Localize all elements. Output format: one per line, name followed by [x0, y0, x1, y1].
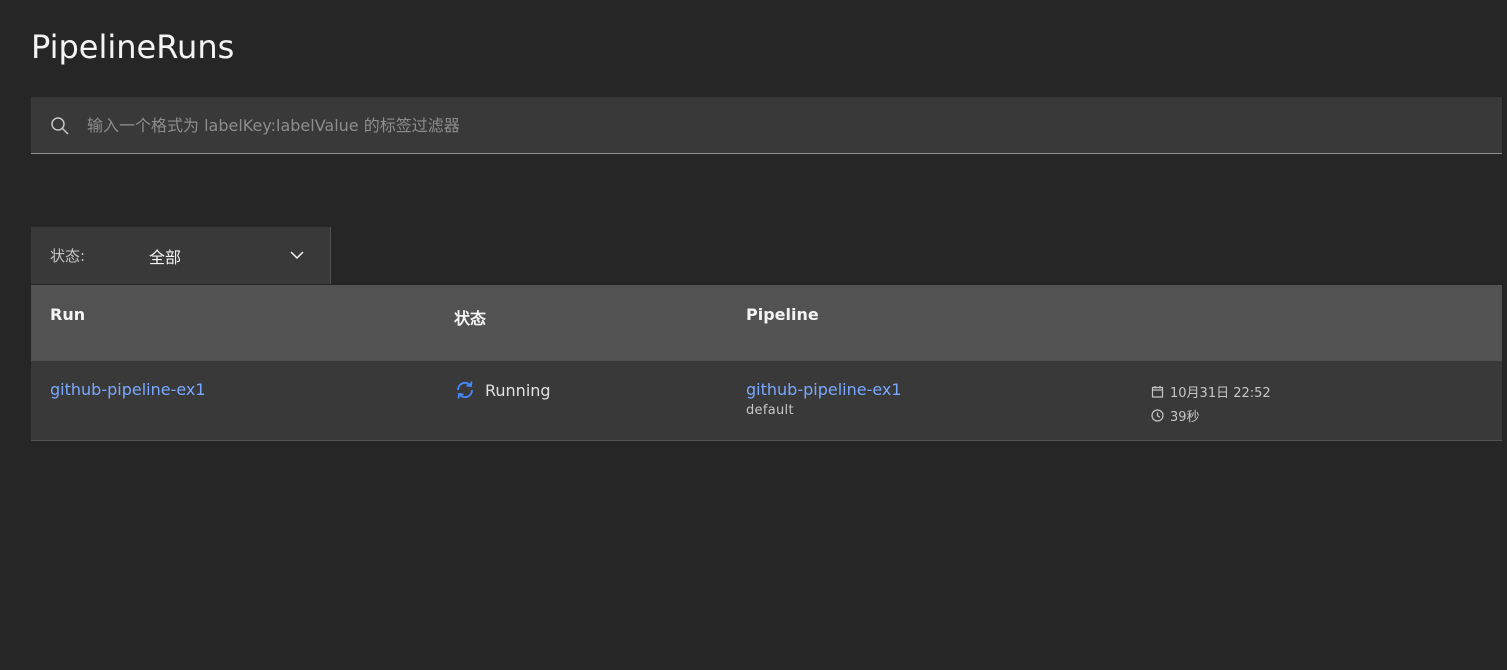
pipeline-link[interactable]: github-pipeline-ex1	[746, 380, 902, 399]
run-timing: 10月31日 22:52 39秒	[1151, 382, 1271, 425]
status-filter-dropdown[interactable]: 状态: 全部	[31, 227, 331, 284]
clock-icon	[1151, 408, 1164, 422]
pipelineruns-page: PipelineRuns 状态: 全部 Run 状态 Pipeline gith…	[0, 0, 1507, 670]
status-text: Running	[485, 380, 551, 400]
column-header-run[interactable]: Run	[50, 305, 85, 324]
page-title: PipelineRuns	[31, 28, 235, 66]
table-header: Run 状态 Pipeline	[31, 285, 1502, 361]
label-filter-search[interactable]	[31, 97, 1502, 154]
status-filter-label: 状态:	[50, 247, 86, 265]
start-time-text: 10月31日 22:52	[1170, 385, 1271, 401]
run-link[interactable]: github-pipeline-ex1	[50, 380, 206, 399]
start-time: 10月31日 22:52	[1151, 382, 1271, 401]
run-status: Running	[454, 379, 551, 401]
duration: 39秒	[1151, 406, 1271, 425]
search-icon	[51, 117, 69, 135]
chevron-down-icon[interactable]	[289, 247, 305, 263]
pipelineruns-table: Run 状态 Pipeline github-pipeline-ex1 Runn…	[31, 285, 1502, 441]
namespace-text: default	[746, 403, 794, 418]
column-header-pipeline[interactable]: Pipeline	[746, 305, 819, 324]
refresh-running-icon	[457, 381, 473, 399]
pipeline-cell: github-pipeline-ex1 default	[746, 380, 902, 418]
status-filter-value[interactable]: 全部	[149, 244, 181, 268]
table-row: github-pipeline-ex1 Running github-pipel…	[31, 361, 1502, 441]
duration-text: 39秒	[1170, 409, 1200, 425]
column-header-status[interactable]: 状态	[454, 305, 486, 329]
search-input[interactable]	[87, 97, 1467, 153]
calendar-icon	[1151, 385, 1164, 398]
